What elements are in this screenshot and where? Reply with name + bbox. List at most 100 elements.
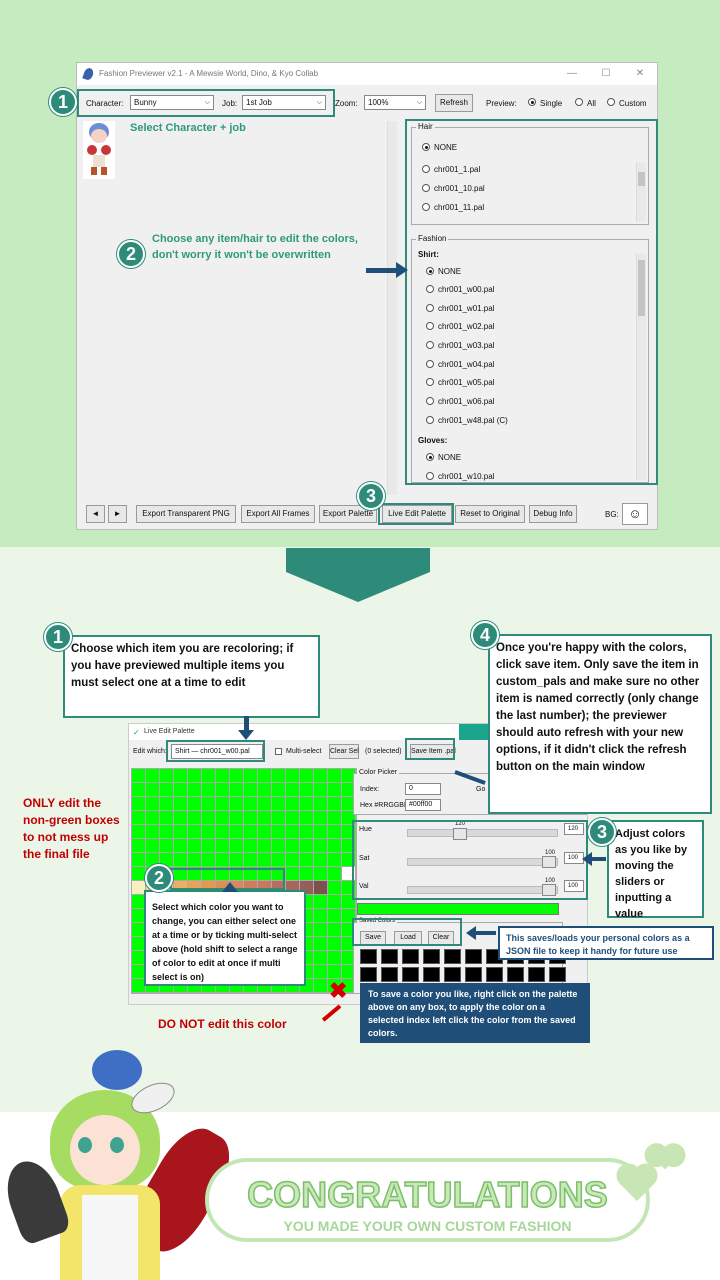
palette-cell[interactable] xyxy=(230,839,243,852)
palette-cell[interactable] xyxy=(286,853,299,866)
index-input[interactable]: 0 xyxy=(405,783,441,795)
palette-cell[interactable] xyxy=(230,769,243,782)
hex-input[interactable]: #00ff00 xyxy=(405,799,441,811)
palette-cell[interactable] xyxy=(272,853,285,866)
palette-cell[interactable] xyxy=(314,769,327,782)
palette-icon[interactable]: ☺ xyxy=(622,503,648,525)
palette-cell[interactable] xyxy=(314,825,327,838)
palette-cell[interactable] xyxy=(160,797,173,810)
saved-color-swatch[interactable] xyxy=(381,967,398,982)
palette-cell[interactable] xyxy=(132,853,145,866)
palette-cell[interactable] xyxy=(300,853,313,866)
palette-cell[interactable] xyxy=(258,797,271,810)
palette-cell[interactable] xyxy=(202,825,215,838)
minimize-button[interactable]: — xyxy=(557,63,587,85)
palette-cell[interactable] xyxy=(286,867,299,880)
palette-cell[interactable] xyxy=(244,853,257,866)
palette-cell[interactable] xyxy=(132,783,145,796)
palette-cell[interactable] xyxy=(258,853,271,866)
palette-cell[interactable] xyxy=(314,881,327,894)
palette-cell[interactable] xyxy=(286,811,299,824)
palette-cell[interactable] xyxy=(160,769,173,782)
palette-cell[interactable] xyxy=(132,825,145,838)
saved-color-swatch[interactable] xyxy=(507,967,524,982)
zoom-select[interactable]: 100% ⌵ xyxy=(364,95,426,110)
palette-cell[interactable] xyxy=(188,797,201,810)
palette-cell[interactable] xyxy=(230,853,243,866)
palette-cell[interactable] xyxy=(272,839,285,852)
clear-sel-button[interactable]: Clear Sel xyxy=(329,744,359,759)
palette-cell[interactable] xyxy=(244,797,257,810)
palette-cell[interactable] xyxy=(328,783,341,796)
palette-cell[interactable] xyxy=(300,797,313,810)
palette-cell[interactable] xyxy=(188,853,201,866)
close-button[interactable]: ✕ xyxy=(625,63,655,85)
palette-cell[interactable] xyxy=(230,797,243,810)
palette-cell[interactable] xyxy=(328,895,341,908)
palette-cell[interactable] xyxy=(174,811,187,824)
preview-scrollbar[interactable] xyxy=(387,121,397,495)
palette-cell[interactable] xyxy=(216,797,229,810)
palette-cell[interactable] xyxy=(272,769,285,782)
palette-cell[interactable] xyxy=(146,839,159,852)
palette-cell[interactable] xyxy=(272,797,285,810)
saved-color-swatch[interactable] xyxy=(402,967,419,982)
palette-cell[interactable] xyxy=(328,937,341,950)
debug-button[interactable]: Debug Info xyxy=(529,505,577,523)
palette-cell[interactable] xyxy=(300,783,313,796)
palette-cell[interactable] xyxy=(202,797,215,810)
palette-cell[interactable] xyxy=(258,783,271,796)
palette-cell[interactable] xyxy=(188,783,201,796)
saved-color-swatch[interactable] xyxy=(402,949,419,964)
preview-single-radio[interactable] xyxy=(528,98,536,106)
palette-cell[interactable] xyxy=(328,853,341,866)
palette-cell[interactable] xyxy=(216,769,229,782)
palette-cell[interactable] xyxy=(300,811,313,824)
palette-cell[interactable] xyxy=(160,839,173,852)
palette-cell[interactable] xyxy=(328,825,341,838)
palette-cell[interactable] xyxy=(258,825,271,838)
palette-cell[interactable] xyxy=(230,811,243,824)
palette-cell[interactable] xyxy=(202,783,215,796)
palette-cell[interactable] xyxy=(174,853,187,866)
palette-cell[interactable] xyxy=(244,811,257,824)
saved-color-swatch[interactable] xyxy=(465,949,482,964)
palette-cell[interactable] xyxy=(244,769,257,782)
palette-cell[interactable] xyxy=(328,881,341,894)
palette-cell[interactable] xyxy=(314,839,327,852)
palette-cell[interactable] xyxy=(286,839,299,852)
palette-cell[interactable] xyxy=(160,783,173,796)
palette-cell[interactable] xyxy=(300,769,313,782)
saved-color-swatch[interactable] xyxy=(486,967,503,982)
palette-cell[interactable] xyxy=(314,853,327,866)
palette-cell[interactable] xyxy=(244,825,257,838)
palette-cell[interactable] xyxy=(160,825,173,838)
palette-cell[interactable] xyxy=(216,853,229,866)
palette-cell[interactable] xyxy=(328,769,341,782)
palette-cell[interactable] xyxy=(286,797,299,810)
saved-color-swatch[interactable] xyxy=(444,949,461,964)
saved-color-swatch[interactable] xyxy=(360,949,377,964)
palette-cell[interactable] xyxy=(328,811,341,824)
palette-cell[interactable] xyxy=(328,839,341,852)
preview-custom-radio[interactable] xyxy=(607,98,615,106)
palette-cell[interactable] xyxy=(258,811,271,824)
palette-cell[interactable] xyxy=(314,951,327,964)
palette-cell[interactable] xyxy=(174,825,187,838)
palette-cell[interactable] xyxy=(174,769,187,782)
palette-cell[interactable] xyxy=(314,783,327,796)
reset-button[interactable]: Reset to Original xyxy=(455,505,525,523)
palette-cell[interactable] xyxy=(272,811,285,824)
palette-cell[interactable] xyxy=(146,783,159,796)
saved-color-swatch[interactable] xyxy=(549,967,566,982)
palette-cell[interactable] xyxy=(132,867,145,880)
palette-cell[interactable] xyxy=(146,811,159,824)
palette-cell[interactable] xyxy=(230,825,243,838)
palette-cell[interactable] xyxy=(230,783,243,796)
palette-cell[interactable] xyxy=(314,811,327,824)
palette-cell[interactable] xyxy=(314,909,327,922)
saved-color-swatch[interactable] xyxy=(528,967,545,982)
palette-cell[interactable] xyxy=(314,965,327,978)
palette-cell[interactable] xyxy=(300,839,313,852)
palette-cell[interactable] xyxy=(286,825,299,838)
